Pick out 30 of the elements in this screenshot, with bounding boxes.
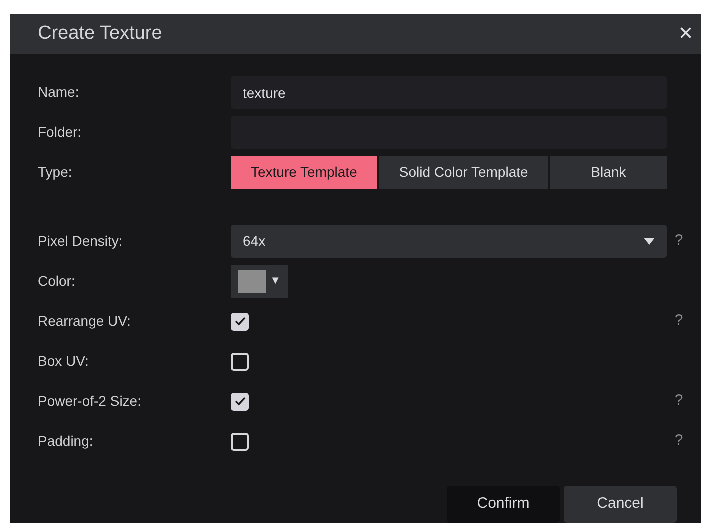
confirm-button[interactable]: Confirm	[447, 486, 560, 523]
field-label: Folder:	[38, 123, 83, 142]
cancel-button[interactable]: Cancel	[564, 486, 677, 523]
color-picker[interactable]: ▼	[231, 265, 288, 298]
type-tab[interactable]: Solid Color Template	[379, 156, 548, 189]
checkbox[interactable]	[231, 352, 249, 370]
checkbox[interactable]	[231, 432, 249, 450]
help-icon[interactable]: ?	[671, 310, 687, 333]
field-label: Box UV:	[38, 352, 90, 371]
check-icon	[234, 397, 246, 406]
checkbox[interactable]	[231, 312, 249, 330]
field-label: Rearrange UV:	[38, 312, 132, 331]
help-icon[interactable]: ?	[671, 390, 687, 413]
dropdown-arrow-icon	[644, 238, 655, 245]
type-tab[interactable]: Blank	[550, 156, 667, 189]
field-label: Padding:	[38, 432, 94, 451]
field-label: Pixel Density:	[38, 232, 124, 251]
close-button[interactable]: ×	[678, 22, 693, 46]
field-label: Power-of-2 Size:	[38, 392, 142, 411]
checkbox[interactable]	[231, 392, 249, 410]
field-label: Name:	[38, 83, 80, 102]
help-icon[interactable]: ?	[671, 430, 687, 453]
field-label: Color:	[38, 272, 76, 291]
type-tab[interactable]: Texture Template	[231, 156, 378, 189]
field-label: Type:	[38, 163, 74, 182]
density-select[interactable]: 64x	[231, 225, 667, 258]
text-field[interactable]: texture	[231, 76, 667, 109]
dialog-title: Create Texture	[38, 22, 162, 46]
help-icon[interactable]: ?	[671, 230, 687, 253]
check-icon	[234, 317, 246, 326]
